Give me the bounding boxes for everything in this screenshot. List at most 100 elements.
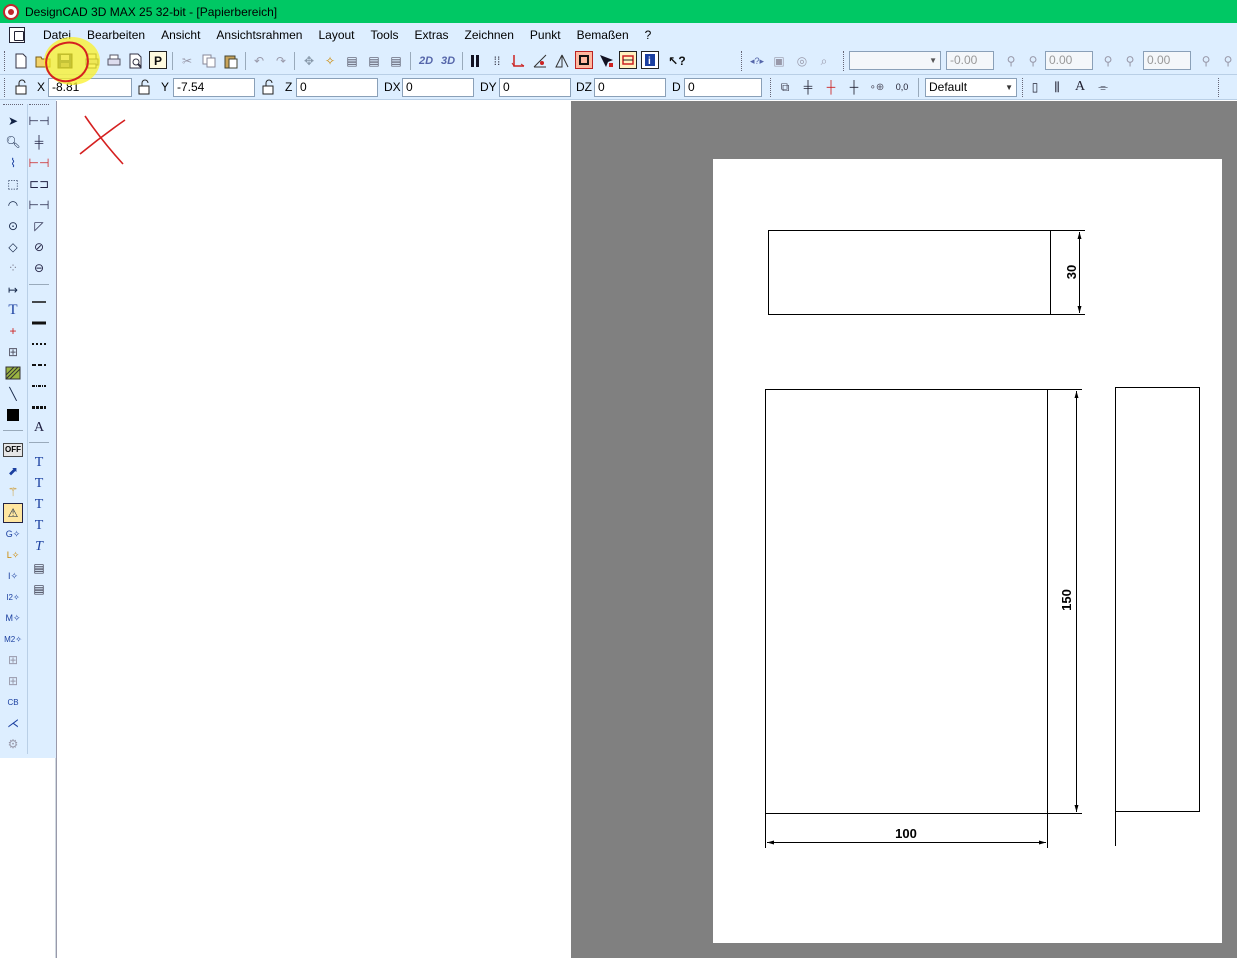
menu-bemassen[interactable]: Bemaßen (569, 23, 637, 47)
line-dotted-icon[interactable] (29, 334, 49, 354)
dimension-tool-icon[interactable]: ↦ (3, 280, 23, 300)
toolbar-grip[interactable] (1218, 78, 1221, 97)
toolbar-grip[interactable] (4, 78, 7, 97)
snap-parallel-icon[interactable]: ╪ (799, 78, 817, 96)
y-coordinate-field[interactable]: -7.54 (173, 78, 255, 97)
zoom-icon[interactable]: 🔍︎ (3, 132, 23, 152)
zoom-previous-icon[interactable]: ◂?▸ (748, 52, 766, 70)
menu-extras[interactable]: Extras (407, 23, 457, 47)
snap-perpendicular-icon[interactable]: ┼ (822, 78, 840, 96)
snap-grid-cell-icon[interactable]: ⊞ (3, 650, 23, 670)
magic-wand-icon[interactable]: ⚚ (3, 482, 23, 502)
layer-select[interactable]: Default ▼ (925, 78, 1017, 97)
text-style-icon[interactable]: A (1071, 78, 1089, 96)
lock-y-icon[interactable] (136, 78, 154, 96)
redo-icon[interactable]: ↷ (272, 52, 290, 70)
dim-chain-icon[interactable]: ⊏⊐ (29, 174, 49, 194)
select-arrow-icon[interactable]: ➤ (3, 111, 23, 131)
print-setup-icon[interactable] (105, 52, 123, 70)
dim-horizontal-icon[interactable]: ⊢⊣ (29, 111, 50, 131)
toolbar-grip[interactable] (1022, 78, 1025, 97)
font-style-1-icon[interactable]: T (29, 453, 49, 473)
dz-field[interactable]: 0 (594, 78, 666, 97)
drawing-canvas[interactable] (56, 101, 571, 958)
gravity-icon[interactable]: G✧ (3, 524, 23, 544)
snap-origin-label[interactable]: 0,0 (891, 78, 913, 96)
context-help-icon[interactable]: ↖? (668, 52, 686, 70)
snap-m2-icon[interactable]: M2✧ (3, 629, 23, 649)
dim-aligned-icon[interactable]: ⊢⊣ (29, 195, 50, 215)
mode-3d-button[interactable]: 3D (437, 52, 459, 70)
polygon-icon[interactable]: ◇ (3, 237, 23, 257)
dimension-style-icon[interactable]: ⌯ (1094, 78, 1112, 96)
dy-field[interactable]: 0 (499, 78, 571, 97)
paste-icon[interactable] (222, 52, 240, 70)
rotate-view-reverse-icon[interactable]: ⚲ (1219, 52, 1237, 70)
toolbar-grip[interactable] (3, 104, 23, 107)
line-tool-icon[interactable]: ╲ (3, 384, 23, 404)
view-left-icon[interactable]: ▤ (343, 52, 361, 70)
properties-sliders-icon[interactable]: ⫼ (1048, 78, 1066, 96)
dim-angle-icon[interactable]: ◸ (29, 216, 49, 236)
toolbar-grip[interactable] (741, 51, 744, 71)
snap-toggle[interactable]: OFF (3, 440, 23, 460)
snap-settings-icon[interactable]: ⚙ (3, 734, 23, 754)
mode-2d-button[interactable]: 2D (415, 52, 437, 70)
hatch-icon[interactable] (3, 363, 23, 383)
move-icon[interactable]: ✥ (300, 52, 318, 70)
rotation-z-field[interactable]: 0.00 (1143, 51, 1191, 70)
mirror-icon[interactable] (553, 52, 571, 70)
snap-object-icon[interactable]: ⧉ (776, 78, 794, 96)
array-icon[interactable]: ⁘ (3, 258, 23, 278)
rotation-x-field[interactable]: -0.00 (946, 51, 994, 70)
zoom-all-icon[interactable]: ◎ (793, 52, 811, 70)
snap-grid-alt-icon[interactable]: ⊞ (3, 671, 23, 691)
line-thin-icon[interactable] (29, 292, 49, 312)
print-preview-icon[interactable] (127, 52, 145, 70)
box-3d-icon[interactable]: ⬚ (3, 174, 23, 194)
line-heavy-dashed-icon[interactable] (29, 397, 49, 417)
cut-icon[interactable]: ✂ (178, 52, 196, 70)
toolbar-grip[interactable] (770, 78, 773, 97)
page-setup-icon[interactable]: ▯ (1026, 78, 1044, 96)
snap-center-icon[interactable]: CB (3, 692, 23, 712)
view-right-icon[interactable]: ▤ (387, 52, 405, 70)
dim-diameter-icon[interactable]: ⊖ (29, 258, 49, 278)
line-dashed-icon[interactable] (29, 355, 49, 375)
arc-icon[interactable]: ◠ (3, 195, 23, 215)
menu-ansichtsrahmen[interactable]: Ansichtsrahmen (208, 23, 310, 47)
snap-grid-icon[interactable] (575, 51, 593, 69)
menu-punkt[interactable]: Punkt (522, 23, 569, 47)
select-mode-icon[interactable]: ⬈ (3, 461, 23, 481)
line-dashdot-icon[interactable] (29, 376, 49, 396)
font-italic-icon[interactable]: T (29, 537, 49, 557)
undo-icon[interactable]: ↶ (250, 52, 268, 70)
toolbar-grip[interactable] (843, 51, 846, 71)
snap-point-icon[interactable]: ∘⊕ (868, 78, 886, 96)
dim-vertical-icon[interactable]: ╪ (29, 132, 49, 152)
axis-icon[interactable] (509, 52, 527, 70)
snap-i2-icon[interactable]: I2✧ (3, 587, 23, 607)
rotation-y-field[interactable]: 0.00 (1045, 51, 1093, 70)
rotate-z-icon[interactable]: ⚲ (1099, 52, 1117, 70)
menu-help[interactable]: ? (637, 23, 660, 47)
snap-tangent-icon[interactable]: ⋌ (3, 713, 23, 733)
zoom-window-icon[interactable]: ▣ (770, 52, 788, 70)
toolbar-grip[interactable] (4, 51, 7, 71)
drawing-mode-icon[interactable]: ⚠ (3, 503, 23, 523)
point-tool-icon[interactable]: + (3, 321, 23, 341)
font-style-4-icon[interactable]: T (29, 516, 49, 536)
lock-x-icon[interactable] (13, 78, 31, 96)
snap-cross-icon[interactable]: ┼ (845, 78, 863, 96)
view-dropdown[interactable]: ▼ (849, 51, 941, 70)
copy-icon[interactable] (200, 52, 218, 70)
new-file-icon[interactable] (12, 52, 30, 70)
distance-field[interactable]: 0 (684, 78, 762, 97)
rotate-view-icon[interactable]: ⚲ (1197, 52, 1215, 70)
layer-panel-icon[interactable] (619, 51, 637, 69)
font-style-3-icon[interactable]: T (29, 495, 49, 515)
menu-tools[interactable]: Tools (363, 23, 407, 47)
dx-field[interactable]: 0 (402, 78, 474, 97)
zoom-magnify-icon[interactable]: ⌕ (815, 52, 833, 70)
select-cursor-icon[interactable] (597, 52, 615, 70)
